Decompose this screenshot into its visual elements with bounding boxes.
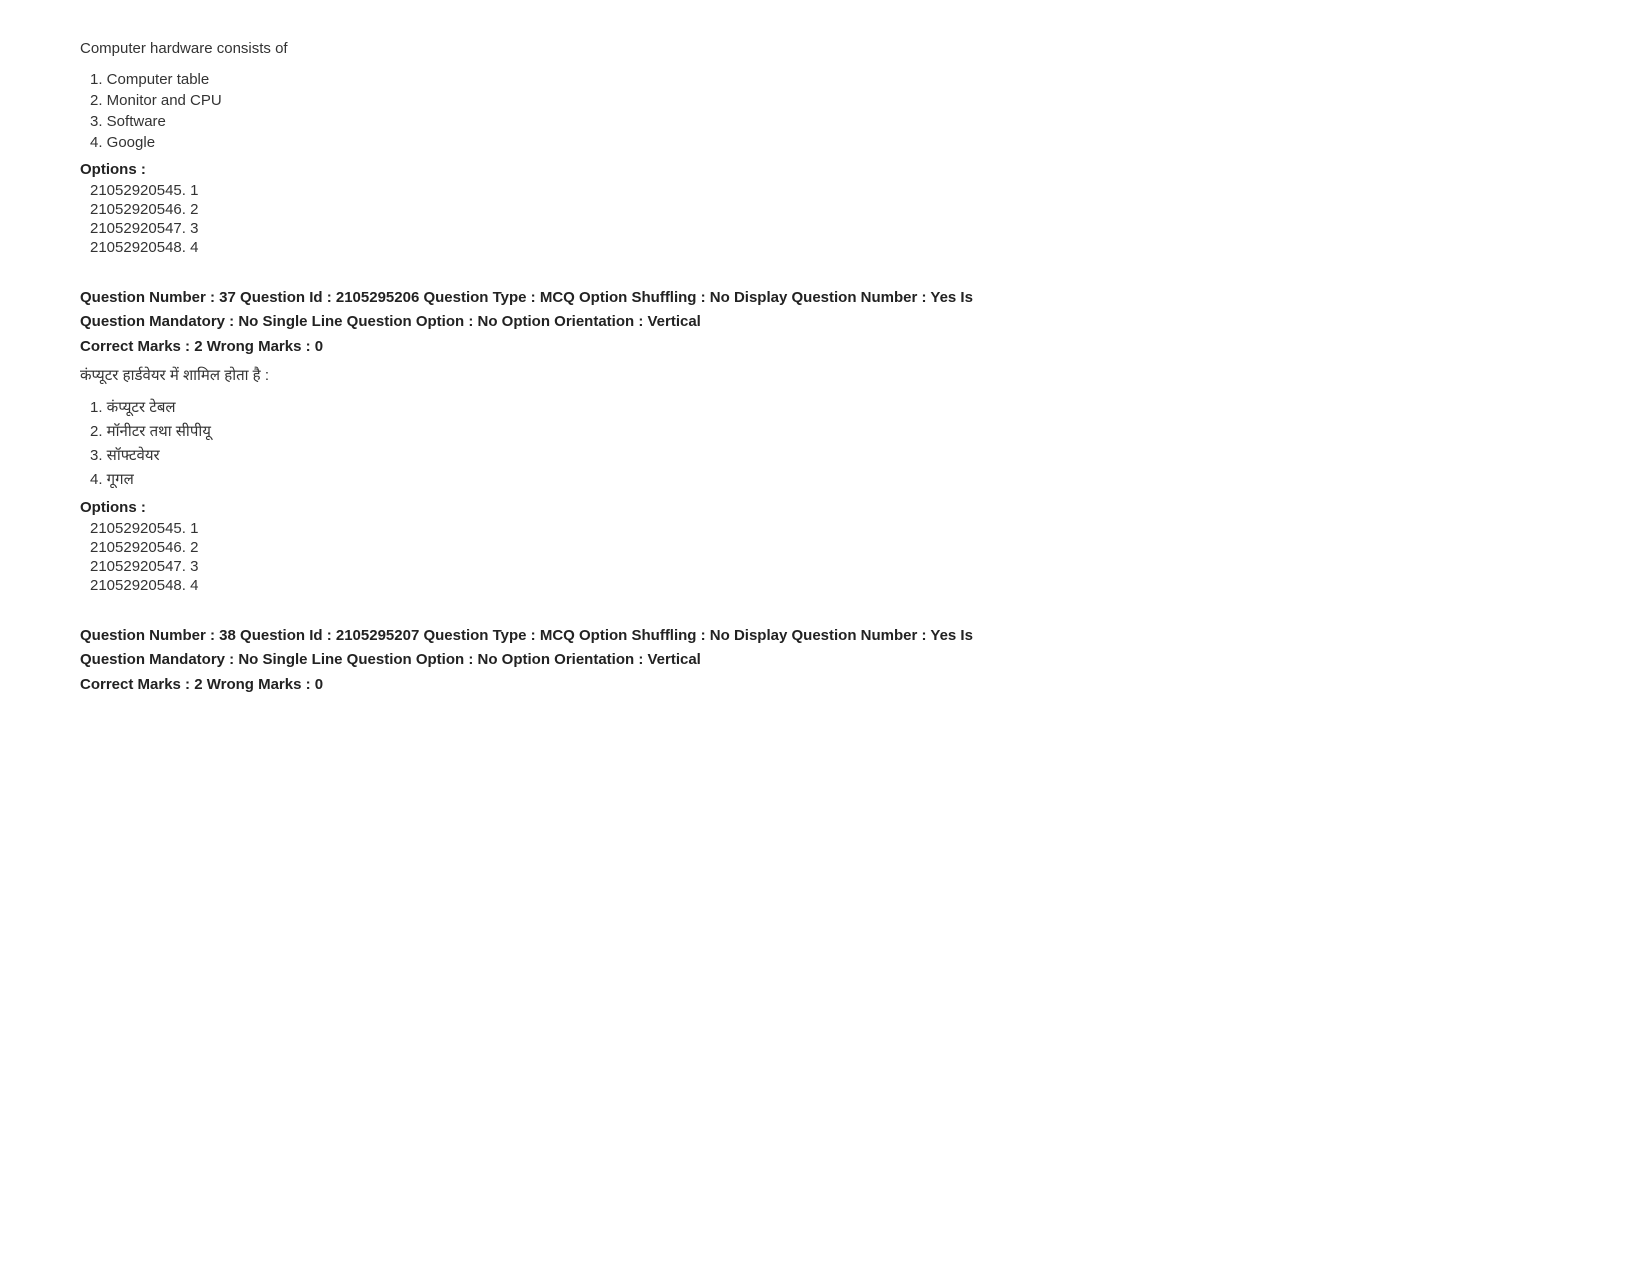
q36-id-1: 21052920545. 1 (90, 182, 1570, 199)
q36-options-label: Options : (80, 161, 1570, 178)
q36-option-3: 3. Software (90, 113, 1570, 130)
q37-option-1: 1. कंप्यूटर टेबल (90, 397, 1570, 417)
q36-option-4: 4. Google (90, 134, 1570, 151)
q36-option-2: 2. Monitor and CPU (90, 92, 1570, 109)
q38-meta: Question Number : 38 Question Id : 21052… (80, 624, 1570, 672)
q37-option-ids: 21052920545. 1 21052920546. 2 2105292054… (80, 520, 1570, 594)
q37-id-2: 21052920546. 2 (90, 539, 1570, 556)
q36-option-1: 1. Computer table (90, 71, 1570, 88)
question-38: Question Number : 38 Question Id : 21052… (80, 624, 1570, 693)
q37-meta: Question Number : 37 Question Id : 21052… (80, 286, 1570, 334)
q38-meta-line1: Question Number : 38 Question Id : 21052… (80, 627, 973, 644)
q36-intro-text: Computer hardware consists of (80, 40, 1570, 57)
q37-option-3: 3. सॉफ्टवेयर (90, 445, 1570, 465)
q37-options-label: Options : (80, 499, 1570, 516)
q37-options-list: 1. कंप्यूटर टेबल 2. मॉनीटर तथा सीपीयू 3.… (80, 397, 1570, 489)
q36-id-3: 21052920547. 3 (90, 220, 1570, 237)
q37-option-4: 4. गूगल (90, 469, 1570, 489)
q36-id-2: 21052920546. 2 (90, 201, 1570, 218)
q38-correct-marks: Correct Marks : 2 Wrong Marks : 0 (80, 676, 1570, 693)
q37-meta-line1: Question Number : 37 Question Id : 21052… (80, 289, 973, 306)
q37-id-3: 21052920547. 3 (90, 558, 1570, 575)
question-36-intro: Computer hardware consists of 1. Compute… (80, 40, 1570, 256)
q36-options-list: 1. Computer table 2. Monitor and CPU 3. … (80, 71, 1570, 151)
q37-id-4: 21052920548. 4 (90, 577, 1570, 594)
q37-meta-line2: Question Mandatory : No Single Line Ques… (80, 313, 701, 330)
q37-correct-marks: Correct Marks : 2 Wrong Marks : 0 (80, 338, 1570, 355)
q36-id-4: 21052920548. 4 (90, 239, 1570, 256)
q38-meta-line2: Question Mandatory : No Single Line Ques… (80, 651, 701, 668)
q36-option-ids: 21052920545. 1 21052920546. 2 2105292054… (80, 182, 1570, 256)
q37-id-1: 21052920545. 1 (90, 520, 1570, 537)
q37-question-text: कंप्यूटर हार्डवेयर में शामिल होता है : (80, 365, 1570, 385)
q37-option-2: 2. मॉनीटर तथा सीपीयू (90, 421, 1570, 441)
question-37: Question Number : 37 Question Id : 21052… (80, 286, 1570, 594)
